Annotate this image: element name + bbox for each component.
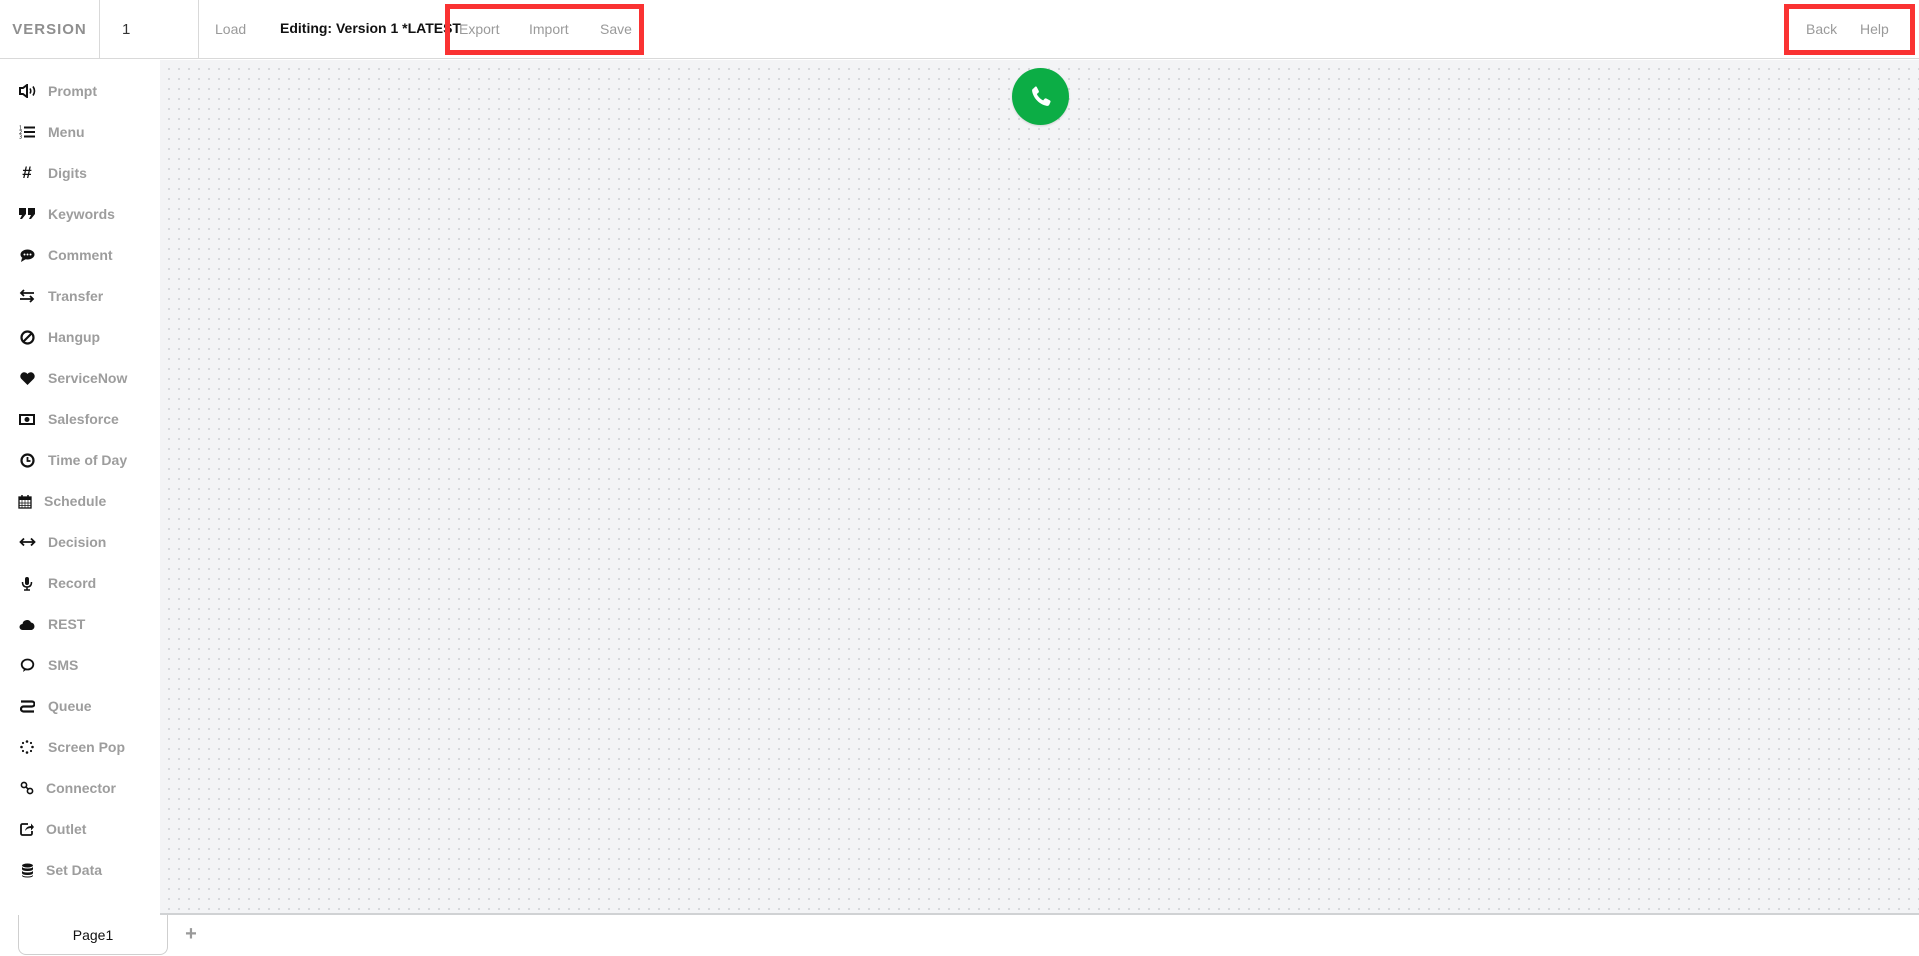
palette-item-record[interactable]: Record [0,568,160,598]
back-button[interactable]: Back [1806,21,1837,37]
palette-item-label: Keywords [48,206,115,222]
palette-item-menu[interactable]: 123 Menu [0,117,160,147]
page-tab[interactable]: Page1 [18,915,168,955]
queue-icon [18,697,36,715]
palette-item-label: Prompt [48,83,97,99]
palette-item-label: Set Data [46,862,103,878]
palette-item-set-data[interactable]: Set Data [0,855,160,885]
clock-icon [18,451,36,469]
palette-item-label: SMS [48,657,79,673]
cloud-icon [18,615,36,633]
palette-item-rest[interactable]: REST [0,609,160,639]
start-call-node[interactable] [1012,68,1069,125]
palette-item-salesforce[interactable]: Salesforce [0,404,160,434]
hashtag-icon: # [22,163,32,182]
palette-item-label: Time of Day [48,452,128,468]
link-icon [18,779,36,797]
palette-item-label: Decision [48,534,107,550]
palette-item-label: Transfer [48,288,104,304]
palette-item-comment[interactable]: Comment [0,240,160,270]
palette-item-servicenow[interactable]: ServiceNow [0,363,160,393]
numbered-list-icon: 123 [18,123,36,141]
phone-icon [1028,84,1054,110]
highlight-box-nav-actions [1784,4,1915,55]
palette-item-keywords[interactable]: Keywords [0,199,160,229]
palette-item-queue[interactable]: Queue [0,691,160,721]
palette-item-label: Queue [48,698,92,714]
palette-item-transfer[interactable]: Transfer [0,281,160,311]
exchange-icon [18,287,36,305]
editing-status: Editing: Version 1 *LATEST [280,20,461,36]
calendar-icon [16,492,34,510]
spinner-icon [18,738,36,756]
palette-item-label: Record [48,575,97,591]
database-icon [18,861,36,879]
palette-item-connector[interactable]: Connector [0,773,160,803]
palette-item-decision[interactable]: Decision [0,527,160,557]
palette-item-outlet[interactable]: Outlet [0,814,160,844]
microphone-icon [18,574,36,592]
palette-item-label: Menu [48,124,85,140]
top-toolbar: VERSION 1 Load Editing: Version 1 *LATES… [0,0,1919,59]
palette-item-prompt[interactable]: Prompt [0,76,160,106]
palette-item-label: ServiceNow [48,370,128,386]
version-value[interactable]: 1 [100,0,199,59]
palette-item-label: Comment [48,247,113,263]
import-button[interactable]: Import [529,21,569,37]
palette-item-label: Outlet [46,821,87,837]
palette-item-label: Digits [48,165,87,181]
palette-item-label: Connector [46,780,116,796]
palette-item-hangup[interactable]: Hangup [0,322,160,352]
flow-canvas[interactable] [160,60,1919,915]
share-square-icon [18,820,36,838]
palette-item-label: Hangup [48,329,101,345]
palette-item-label: REST [48,616,86,632]
add-page-button[interactable]: + [182,923,200,945]
palette-item-screen-pop[interactable]: Screen Pop [0,732,160,762]
ban-icon [18,328,36,346]
palette-item-digits[interactable]: # Digits [0,158,160,188]
palette-item-time-of-day[interactable]: Time of Day [0,445,160,475]
help-button[interactable]: Help [1860,21,1889,37]
palette-item-label: Screen Pop [48,739,126,755]
node-palette: Prompt 123 Menu # Digits Keywords Commen… [0,60,160,915]
load-button[interactable]: Load [215,21,246,37]
page-tabs-bar: Page1 + [0,915,1919,956]
comment-icon [18,246,36,264]
palette-item-label: Schedule [44,493,107,509]
export-button[interactable]: Export [459,21,499,37]
palette-item-schedule[interactable]: Schedule [0,486,160,516]
version-label: VERSION [0,0,100,59]
money-icon [18,410,36,428]
chat-bubble-icon [18,656,36,674]
heart-icon [18,369,36,387]
palette-item-label: Salesforce [48,411,119,427]
quote-icon [18,205,36,223]
palette-item-sms[interactable]: SMS [0,650,160,680]
arrows-h-icon [18,533,36,551]
svg-text:3: 3 [19,135,22,140]
save-button[interactable]: Save [600,21,632,37]
volume-icon [18,82,36,100]
